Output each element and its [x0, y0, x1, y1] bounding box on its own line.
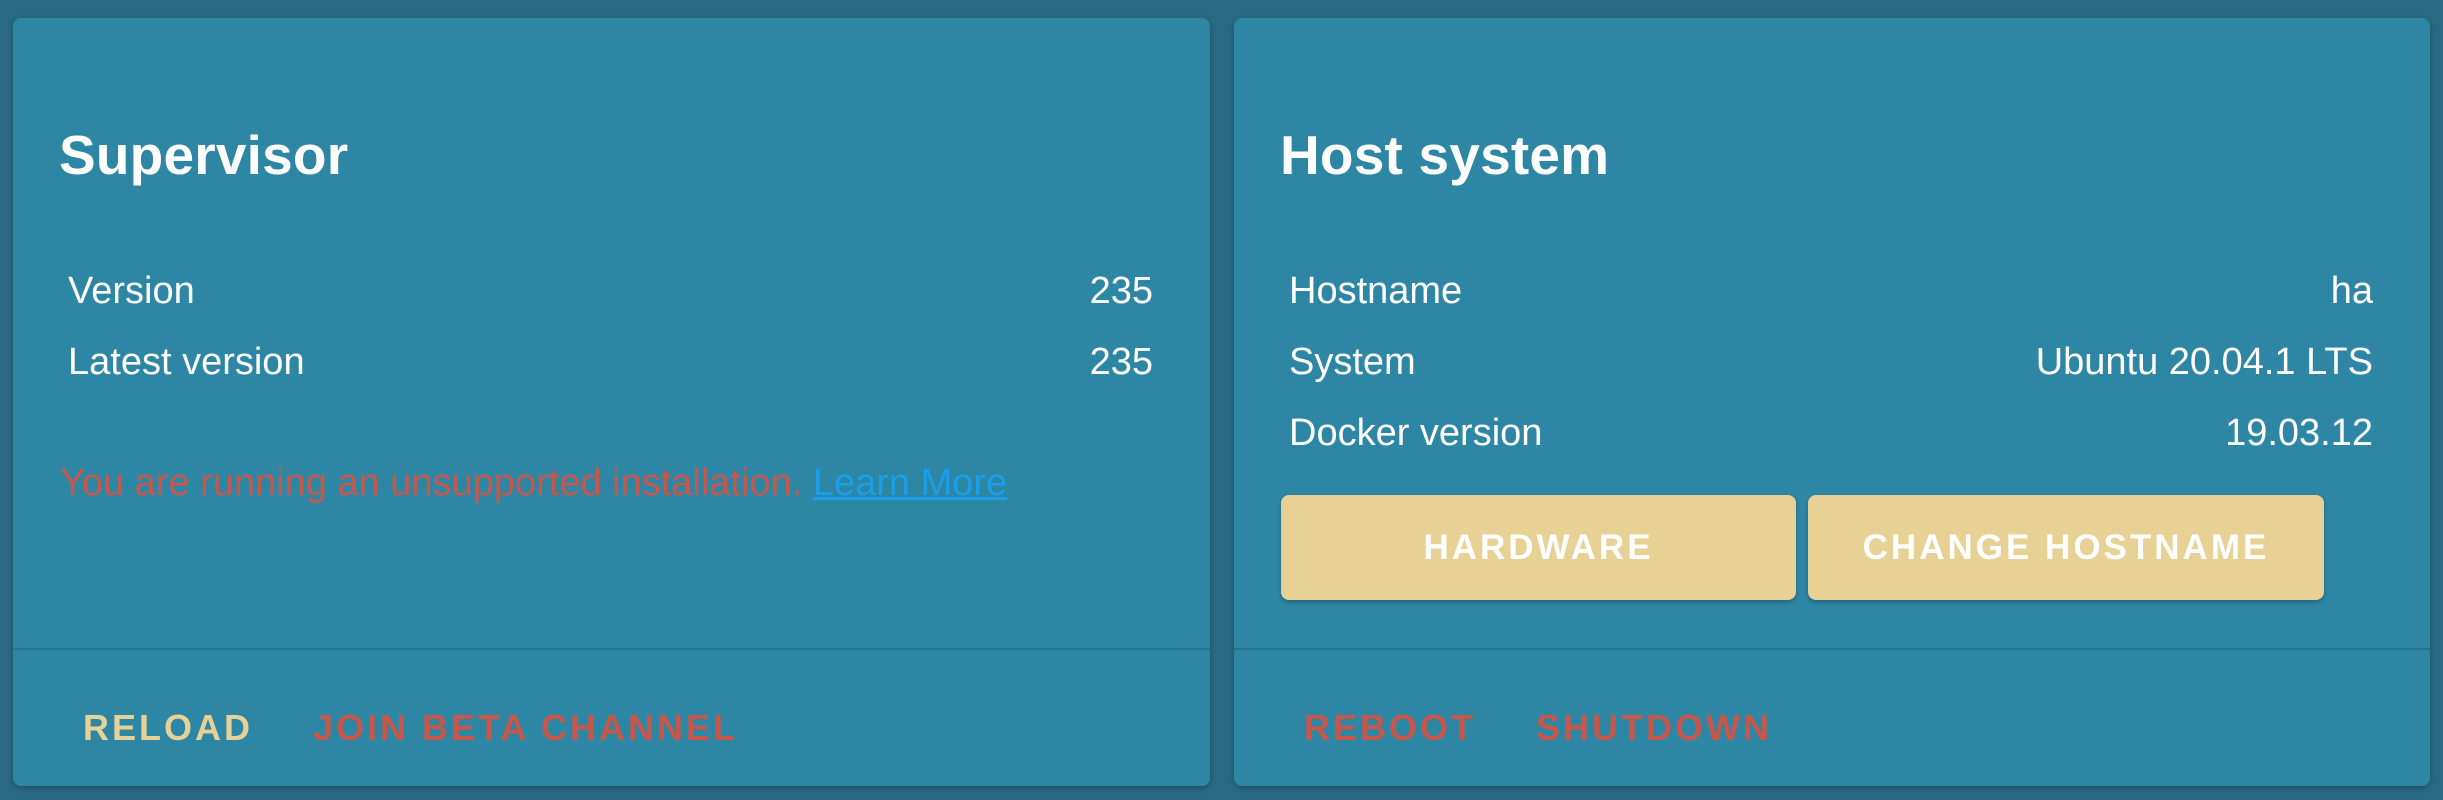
supervisor-card-actions: RELOAD JOIN BETA CHANNEL — [83, 678, 738, 778]
supervisor-card-title: Supervisor — [59, 124, 349, 186]
latest-version-label: Latest version — [68, 341, 305, 383]
hostname-row: Hostname ha — [1289, 256, 2373, 327]
join-beta-channel-button[interactable]: JOIN BETA CHANNEL — [313, 707, 738, 749]
supervisor-info-table: Version 235 Latest version 235 — [68, 256, 1153, 398]
hostname-value: ha — [2330, 270, 2373, 312]
docker-version-label: Docker version — [1289, 412, 1543, 454]
host-info-table: Hostname ha System Ubuntu 20.04.1 LTS Do… — [1289, 256, 2373, 469]
system-row: System Ubuntu 20.04.1 LTS — [1289, 327, 2373, 398]
host-system-card-title: Host system — [1280, 124, 1610, 186]
supervisor-card-divider — [13, 648, 1210, 650]
change-hostname-button[interactable]: CHANGE HOSTNAME — [1808, 495, 2324, 600]
supervisor-card: Supervisor Version 235 Latest version 23… — [13, 18, 1210, 786]
hostname-label: Hostname — [1289, 270, 1463, 312]
host-card-actions: REBOOT SHUTDOWN — [1304, 678, 1772, 778]
version-value: 235 — [1089, 270, 1153, 312]
supervisor-version-row: Version 235 — [68, 256, 1153, 327]
unsupported-warning-text: You are running an unsupported installat… — [60, 462, 803, 504]
shutdown-button[interactable]: SHUTDOWN — [1536, 707, 1772, 749]
latest-version-value: 235 — [1089, 341, 1153, 383]
version-label: Version — [68, 270, 195, 312]
docker-version-value: 19.03.12 — [2225, 412, 2373, 454]
learn-more-link[interactable]: Learn More — [813, 462, 1007, 504]
hardware-button[interactable]: HARDWARE — [1281, 495, 1796, 600]
reboot-button[interactable]: REBOOT — [1304, 707, 1476, 749]
reload-button[interactable]: RELOAD — [83, 707, 253, 749]
unsupported-installation-warning: You are running an unsupported installat… — [60, 462, 1007, 505]
system-value: Ubuntu 20.04.1 LTS — [2035, 341, 2373, 383]
host-system-card: Host system Hostname ha System Ubuntu 20… — [1234, 18, 2430, 786]
host-card-divider — [1234, 648, 2430, 650]
supervisor-latest-version-row: Latest version 235 — [68, 327, 1153, 398]
docker-version-row: Docker version 19.03.12 — [1289, 398, 2373, 469]
host-button-group: HARDWARE CHANGE HOSTNAME — [1281, 495, 2324, 600]
system-label: System — [1289, 341, 1416, 383]
